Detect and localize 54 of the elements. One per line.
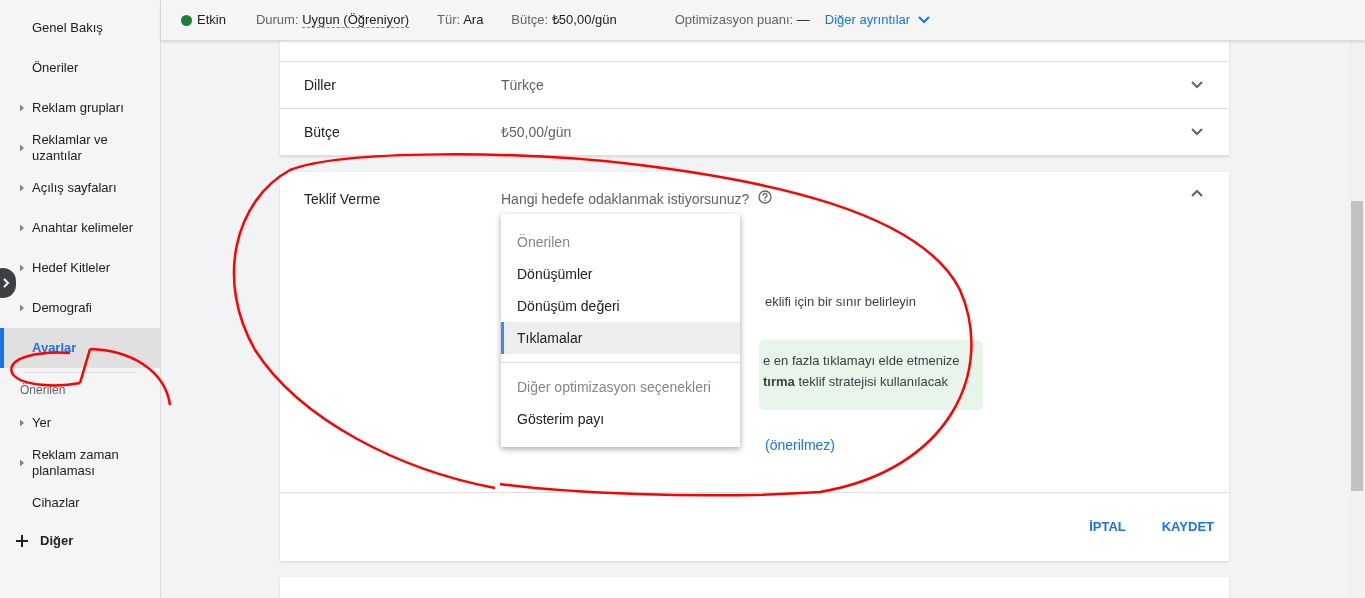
sidebar-item[interactable]: Yer <box>16 403 160 443</box>
expand-triangle-icon <box>20 459 24 467</box>
footer-button[interactable]: KAYDET <box>1157 509 1218 545</box>
expand-triangle-icon <box>20 304 24 312</box>
chevron-down-icon <box>918 16 931 24</box>
menu-option[interactable]: Gösterim payı <box>501 403 740 435</box>
help-icon[interactable] <box>758 190 773 204</box>
status-label: Etkin <box>197 11 226 30</box>
sidebar-item[interactable]: Demografi <box>16 288 160 328</box>
setting-value: Türkçe <box>501 75 544 95</box>
menu-group-title: Diğer optimizasyon seçenekleri <box>516 377 712 397</box>
more-details-link[interactable]: Diğer ayrıntılar <box>824 10 931 30</box>
expand-triangle-icon <box>20 184 24 192</box>
sidebar-item[interactable]: Reklamlar ve uzantılar <box>16 128 160 168</box>
chevron-right-icon <box>0 277 12 289</box>
optimization-score: Optimizasyon puanı: — <box>674 11 810 30</box>
expand-triangle-icon <box>20 419 24 427</box>
settings-row[interactable]: Bütçe ₺50,00/gün <box>280 109 1229 156</box>
menu-option[interactable]: Tıklamalar <box>501 322 740 354</box>
section-title: Teklif Verme <box>304 190 382 209</box>
menu-group-title: Önerilen <box>516 232 571 252</box>
menu-option[interactable]: Dönüşümler <box>501 258 740 290</box>
expand-triangle-icon <box>20 264 24 272</box>
status-field: Bütçe: ₺50,00/gün <box>511 10 617 30</box>
chevron-up-icon[interactable] <box>1191 189 1203 197</box>
more-button[interactable]: Diğer <box>0 523 160 559</box>
info-text: tırma teklif stratejisi kullanılacak <box>763 372 949 391</box>
not-recommended-link[interactable]: (önerilmez) <box>765 434 835 456</box>
expand-triangle-icon <box>20 144 24 152</box>
chevron-down-icon[interactable] <box>1191 128 1203 136</box>
setting-value: ₺50,00/gün <box>501 122 572 142</box>
sidebar-item[interactable]: Öneriler <box>16 48 160 88</box>
status-field: Durum: Uygun (Öğreniyor) <box>255 10 410 30</box>
section-title: Önerilen <box>19 382 67 399</box>
settings-row[interactable]: Diller Türkçe <box>280 62 1229 109</box>
sidebar-item[interactable]: Reklam zaman planlaması <box>16 443 160 483</box>
setting-name: Diller <box>304 75 337 95</box>
sidebar-item[interactable]: Hedef Kitleler <box>16 248 160 288</box>
footer-button[interactable]: İPTAL <box>1085 509 1130 545</box>
status-field: Tür: Ara <box>437 10 484 30</box>
plus-icon <box>16 535 28 547</box>
sidebar-item[interactable]: Reklam grupları <box>16 88 160 128</box>
hint-text: eklifi için bir sınır belirleyin <box>765 293 917 311</box>
sidebar-item[interactable]: Açılış sayfaları <box>16 168 160 208</box>
sidebar-item[interactable]: Anahtar kelimeler <box>16 208 160 248</box>
expand-triangle-icon <box>20 104 24 112</box>
info-text: e en fazla tıklamayı elde etmenize <box>763 351 961 370</box>
chevron-down-icon[interactable] <box>1191 81 1203 89</box>
sidebar-item[interactable]: Genel Bakış <box>16 8 160 48</box>
menu-option[interactable]: Dönüşüm değeri <box>501 290 740 322</box>
expand-triangle-icon <box>20 224 24 232</box>
question-text: Hangi hedefe odaklanmak istiyorsunuz? <box>501 190 750 209</box>
setting-name: Bütçe <box>304 122 341 142</box>
sidebar-item[interactable]: Cihazlar <box>16 483 160 523</box>
